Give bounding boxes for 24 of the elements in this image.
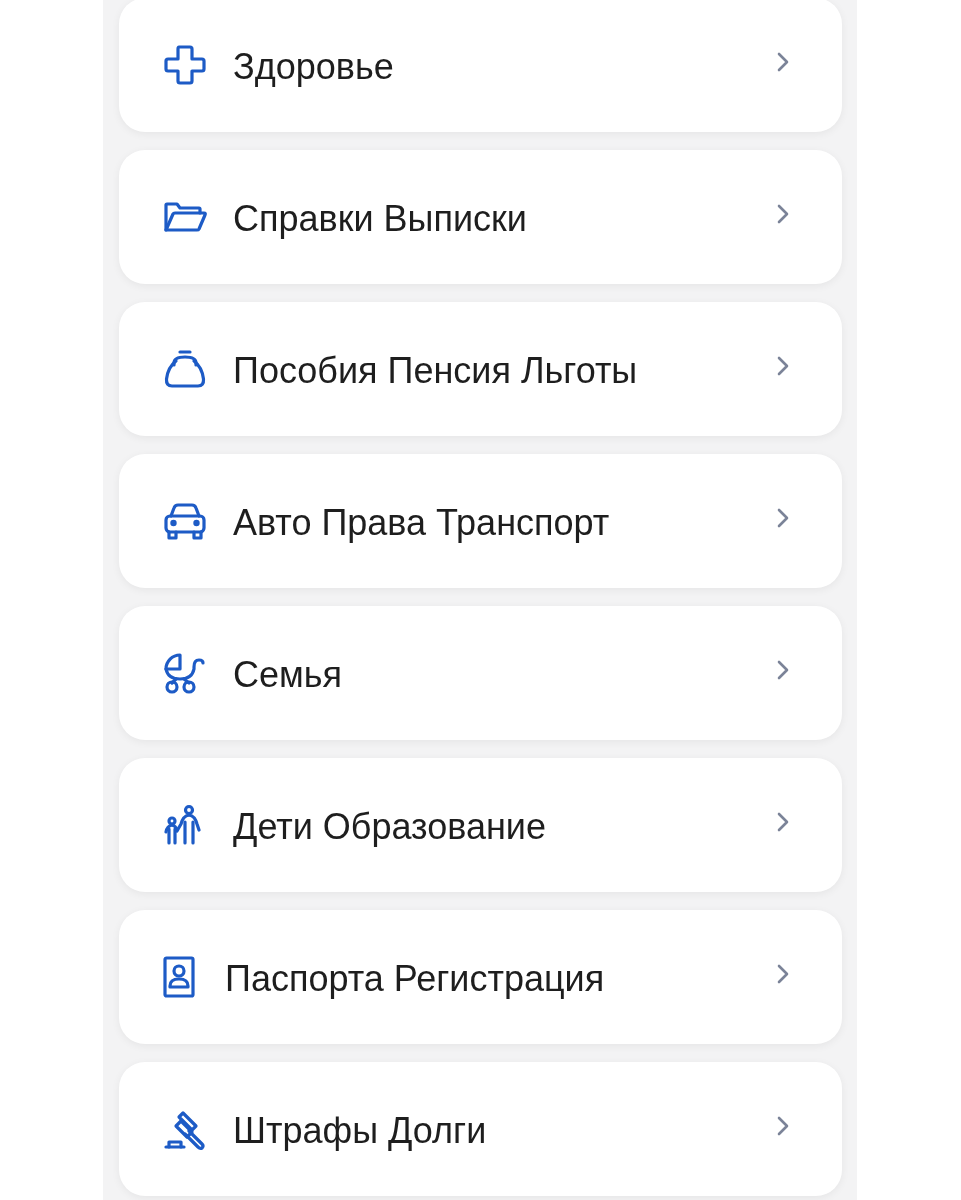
category-item[interactable]: Авто Права Транспорт: [119, 454, 842, 588]
car-icon: [163, 501, 207, 541]
category-item[interactable]: Здоровье: [119, 0, 842, 132]
cross-icon: [163, 44, 207, 86]
chevron-right-icon: [776, 659, 790, 681]
category-item[interactable]: Дети Образование: [119, 758, 842, 892]
chevron-right-icon: [776, 1115, 790, 1137]
stroller-icon: [163, 652, 205, 694]
category-item[interactable]: Справки Выписки: [119, 150, 842, 284]
category-item[interactable]: Пособия Пенсия Льготы: [119, 302, 842, 436]
chevron-right-icon: [776, 203, 790, 225]
gavel-icon: [163, 1108, 207, 1150]
purse-icon: [163, 349, 207, 389]
category-item[interactable]: Семья: [119, 606, 842, 740]
chevron-right-icon: [776, 355, 790, 377]
chevron-right-icon: [776, 51, 790, 73]
category-item[interactable]: Штрафы Долги: [119, 1062, 842, 1196]
folder-icon: [163, 201, 208, 233]
chevron-right-icon: [776, 507, 790, 529]
category-item[interactable]: Паспорта Регистрация: [119, 910, 842, 1044]
parent-child-icon: [163, 804, 201, 846]
id-card-icon: [163, 956, 195, 998]
chevron-right-icon: [776, 811, 790, 833]
chevron-right-icon: [776, 963, 790, 985]
